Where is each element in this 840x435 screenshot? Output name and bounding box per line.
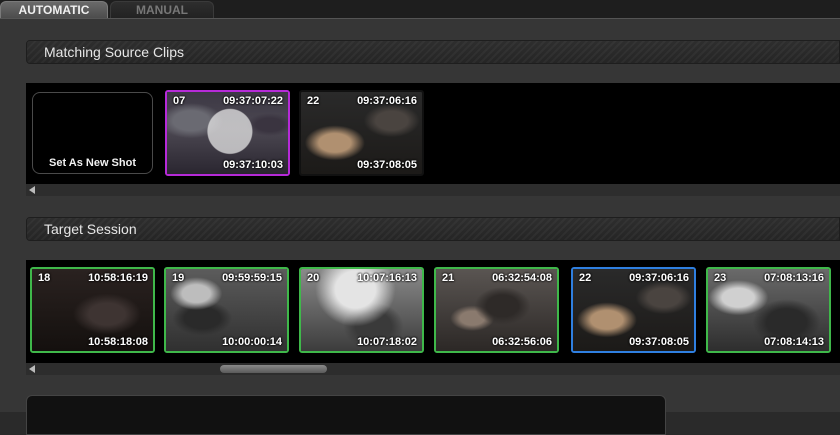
clip-number: 22 [579, 272, 592, 284]
clip-timecode-out: 10:00:00:14 [222, 336, 282, 348]
target-session-scrollbar[interactable] [26, 363, 840, 375]
tab-bar: AUTOMATIC MANUAL [0, 0, 840, 18]
clip-number: 07 [173, 95, 186, 107]
clip-timecode-in: 10:07:16:13 [357, 272, 417, 284]
scroll-left-arrow-icon[interactable] [29, 186, 35, 194]
matching-clips-scrollbar[interactable] [26, 184, 840, 196]
clip-timecode-in: 09:59:59:15 [222, 272, 282, 284]
clip-number: 18 [38, 272, 51, 284]
clip-timecode-out: 06:32:56:06 [492, 336, 552, 348]
target-clip-22[interactable]: 22 09:37:06:16 09:37:08:05 [571, 267, 696, 353]
target-clip-21[interactable]: 21 06:32:54:08 06:32:56:06 [434, 267, 559, 353]
clip-timecode-out: 10:58:18:08 [88, 336, 148, 348]
target-session-header: Target Session [26, 217, 840, 241]
clip-number: 21 [442, 272, 455, 284]
clip-number: 22 [307, 95, 320, 107]
matching-clips-strip: Set As New Shot 07 09:37:07:22 09:37:10:… [26, 83, 840, 184]
set-as-new-shot-button[interactable]: Set As New Shot [32, 92, 153, 174]
matching-source-clips-header: Matching Source Clips [26, 40, 840, 64]
clip-timecode-out: 09:37:08:05 [629, 336, 689, 348]
bottom-panel [26, 395, 666, 435]
clip-number: 19 [172, 272, 185, 284]
main-panel: Matching Source Clips Set As New Shot 07… [0, 18, 840, 435]
set-as-new-shot-label: Set As New Shot [49, 157, 136, 169]
clip-number: 23 [714, 272, 727, 284]
tab-automatic[interactable]: AUTOMATIC [0, 1, 108, 18]
clip-timecode-out: 07:08:14:13 [764, 336, 824, 348]
target-clip-18[interactable]: 18 10:58:16:19 10:58:18:08 [30, 267, 155, 353]
source-clip-07[interactable]: 07 09:37:07:22 09:37:10:03 [165, 90, 290, 176]
clip-timecode-in: 09:37:07:22 [223, 95, 283, 107]
source-clip-22[interactable]: 22 09:37:06:16 09:37:08:05 [299, 90, 424, 176]
clip-timecode-out: 10:07:18:02 [357, 336, 417, 348]
target-session-strip: 18 10:58:16:19 10:58:18:08 19 09:59:59:1… [26, 260, 840, 363]
target-clip-20[interactable]: 20 10:07:16:13 10:07:18:02 [299, 267, 424, 353]
clip-timecode-in: 10:58:16:19 [88, 272, 148, 284]
tab-manual[interactable]: MANUAL [110, 1, 214, 18]
target-clip-19[interactable]: 19 09:59:59:15 10:00:00:14 [164, 267, 289, 353]
clip-timecode-out: 09:37:10:03 [223, 159, 283, 171]
clip-timecode-out: 09:37:08:05 [357, 159, 417, 171]
scroll-left-arrow-icon[interactable] [29, 365, 35, 373]
clip-timecode-in: 07:08:13:16 [764, 272, 824, 284]
clip-timecode-in: 06:32:54:08 [492, 272, 552, 284]
scroll-thumb[interactable] [220, 365, 327, 373]
clip-number: 20 [307, 272, 320, 284]
clip-timecode-in: 09:37:06:16 [357, 95, 417, 107]
target-clip-23[interactable]: 23 07:08:13:16 07:08:14:13 [706, 267, 831, 353]
clip-timecode-in: 09:37:06:16 [629, 272, 689, 284]
